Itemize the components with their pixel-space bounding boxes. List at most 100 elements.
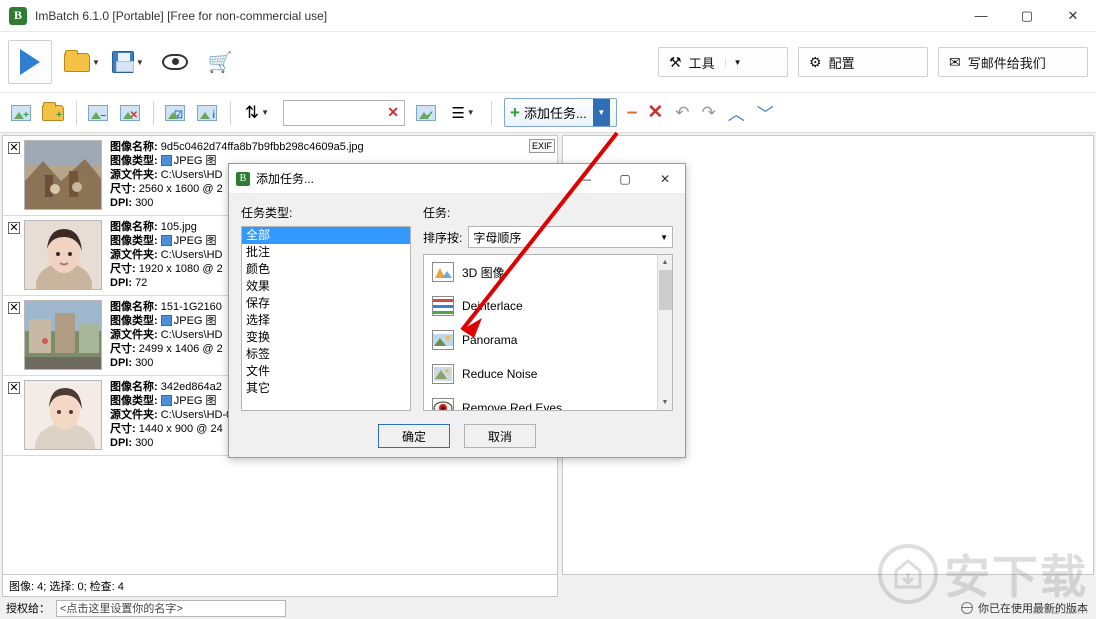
image-size-value: 2499 x 1406 @ 2 bbox=[138, 343, 223, 355]
add-folder-button[interactable]: + bbox=[38, 99, 68, 127]
move-task-down-button[interactable]: ﹀ bbox=[757, 100, 774, 125]
eye-icon bbox=[161, 54, 188, 70]
chevron-down-icon[interactable]: ▼ bbox=[724, 57, 742, 67]
category-item-save[interactable]: 保存 bbox=[242, 295, 410, 312]
remove-all-images-button[interactable]: ✕ bbox=[115, 99, 145, 127]
gear-icon: ⚙ bbox=[809, 53, 822, 70]
minimize-button[interactable]: — bbox=[958, 0, 1004, 32]
scroll-up-icon[interactable]: ▲ bbox=[658, 255, 672, 270]
image-info-button[interactable]: i bbox=[192, 99, 222, 127]
maximize-button[interactable]: ▢ bbox=[1004, 0, 1050, 32]
sort-by-select[interactable]: 字母顺序 ▼ bbox=[468, 226, 673, 248]
list-item[interactable]: Panorama bbox=[424, 323, 672, 357]
view-mode-button[interactable]: ☰ ▼ bbox=[443, 99, 483, 127]
list-item-label: Reduce Noise bbox=[462, 367, 538, 381]
row-checkbox[interactable]: ✕ bbox=[8, 142, 20, 154]
sort-button[interactable]: ⇅ ▼ bbox=[237, 99, 277, 127]
task-list-scrollbar[interactable]: ▲ ▼ bbox=[657, 255, 672, 410]
category-item-tags[interactable]: 标签 bbox=[242, 346, 410, 363]
scroll-down-icon[interactable]: ▼ bbox=[658, 395, 672, 410]
list-item[interactable]: Remove Red Eyes bbox=[424, 391, 672, 410]
mail-us-button[interactable]: ✉ 写邮件给我们 bbox=[938, 47, 1088, 77]
open-button[interactable]: ▼ bbox=[60, 40, 104, 84]
list-item[interactable]: Reduce Noise bbox=[424, 357, 672, 391]
category-item-file[interactable]: 文件 bbox=[242, 363, 410, 380]
filter-button[interactable]: ✓ bbox=[411, 99, 441, 127]
thumbnail bbox=[24, 380, 102, 450]
category-item-transform[interactable]: 变换 bbox=[242, 329, 410, 346]
image-name-value: 9d5c0462d74ffa8b7b9fbb298c4609a5.jpg bbox=[160, 141, 364, 153]
tools-button[interactable]: ⚒ 工具 ▼ bbox=[658, 47, 788, 77]
redo-button[interactable]: ↷ bbox=[702, 103, 716, 123]
add-image-button[interactable]: + bbox=[6, 99, 36, 127]
cancel-button[interactable]: 取消 bbox=[464, 424, 536, 448]
run-batch-button[interactable] bbox=[8, 40, 52, 84]
clear-search-icon[interactable]: ✕ bbox=[382, 104, 404, 121]
license-name-input[interactable]: <点击这里设置你的名字> bbox=[56, 599, 286, 617]
category-item-other[interactable]: 其它 bbox=[242, 380, 410, 397]
chevron-down-icon[interactable]: ▼ bbox=[261, 108, 269, 117]
row-checkbox[interactable]: ✕ bbox=[8, 382, 20, 394]
image-type-label: 图像类型: bbox=[110, 155, 158, 167]
chevron-down-icon[interactable]: ▼ bbox=[592, 99, 610, 126]
ok-button[interactable]: 确定 bbox=[378, 424, 450, 448]
row-checkbox[interactable]: ✕ bbox=[8, 302, 20, 314]
image-metadata: 图像名称: 151-1G2160 图像类型: JPEG 图 源文件夹: C:\U… bbox=[110, 300, 223, 371]
image-size-value: 1440 x 900 @ 24 bbox=[138, 423, 223, 435]
config-button[interactable]: ⚙ 配置 bbox=[798, 47, 928, 77]
dialog-title: 添加任务... bbox=[256, 172, 315, 186]
mail-label: 写邮件给我们 bbox=[967, 55, 1046, 71]
search-input-wrap[interactable]: ✕ bbox=[283, 99, 405, 126]
image-size-label: 尺寸: bbox=[110, 263, 136, 275]
undo-button[interactable]: ↶ bbox=[675, 103, 689, 123]
category-item-select[interactable]: 选择 bbox=[242, 312, 410, 329]
move-task-up-button[interactable]: ︿ bbox=[728, 100, 745, 125]
tasks-label: 任务: bbox=[423, 206, 451, 220]
image-name-value: 105.jpg bbox=[160, 221, 197, 233]
dialog-minimize-button[interactable]: — bbox=[565, 164, 605, 194]
remove-all-images-icon: ✕ bbox=[120, 104, 140, 121]
task-category-list[interactable]: 全部 批注 颜色 效果 保存 选择 变换 标签 文件 其它 bbox=[241, 226, 411, 411]
main-toolbar-right: ⚒ 工具 ▼ ⚙ 配置 ✉ 写邮件给我们 bbox=[648, 47, 1088, 77]
add-task-button[interactable]: + 添加任务... ▼ bbox=[504, 98, 617, 127]
close-button[interactable]: ✕ bbox=[1050, 0, 1096, 32]
jpeg-icon bbox=[160, 155, 172, 166]
mail-icon: ✉ bbox=[949, 53, 961, 70]
category-item-all[interactable]: 全部 bbox=[242, 227, 410, 244]
delete-task-button[interactable]: ✕ bbox=[647, 101, 663, 124]
toolbar-divider bbox=[230, 100, 231, 125]
list-item[interactable]: Deinterlace bbox=[424, 289, 672, 323]
exif-badge[interactable]: EXIF bbox=[528, 139, 555, 153]
check-all-button[interactable]: ☑ bbox=[160, 99, 190, 127]
category-item-annotate[interactable]: 批注 bbox=[242, 244, 410, 261]
play-icon bbox=[20, 49, 40, 75]
buy-button[interactable]: 🛒 bbox=[204, 40, 237, 84]
image-size-label: 尺寸: bbox=[110, 343, 136, 355]
list-item[interactable]: 3D 图像 bbox=[424, 255, 672, 289]
save-button[interactable]: ▼ bbox=[108, 40, 148, 84]
cart-icon: 🛒 bbox=[207, 51, 233, 74]
license-placeholder: <点击这里设置你的名字> bbox=[60, 603, 183, 615]
add-task-label: 添加任务... bbox=[523, 106, 587, 121]
image-dpi-value: 300 bbox=[135, 197, 154, 209]
image-folder-label: 源文件夹: bbox=[110, 329, 158, 341]
chevron-down-icon[interactable]: ▼ bbox=[660, 233, 668, 242]
chevron-down-icon[interactable]: ▼ bbox=[92, 58, 100, 67]
search-input[interactable] bbox=[284, 100, 383, 125]
image-folder-value: C:\Users\HD bbox=[160, 169, 223, 181]
task-list[interactable]: 3D 图像 Deinterlace Panorama Reduce Noise … bbox=[423, 254, 673, 411]
add-task-dialog[interactable]: B 添加任务... — ▢ ✕ 任务类型: 全部 批注 颜色 效果 保存 选择 … bbox=[228, 163, 686, 458]
image-size-value: 1920 x 1080 @ 2 bbox=[138, 263, 223, 275]
scrollbar-thumb[interactable] bbox=[659, 270, 672, 310]
remove-image-button[interactable]: – bbox=[83, 99, 113, 127]
preview-button[interactable] bbox=[158, 40, 192, 84]
dialog-close-button[interactable]: ✕ bbox=[645, 164, 685, 194]
row-checkbox[interactable]: ✕ bbox=[8, 222, 20, 234]
remove-task-button[interactable]: – bbox=[627, 102, 638, 124]
category-item-color[interactable]: 颜色 bbox=[242, 261, 410, 278]
chevron-down-icon[interactable]: ▼ bbox=[136, 58, 144, 67]
chevron-down-icon[interactable]: ▼ bbox=[467, 108, 475, 117]
dialog-maximize-button[interactable]: ▢ bbox=[605, 164, 645, 194]
category-item-effects[interactable]: 效果 bbox=[242, 278, 410, 295]
view-list-icon: ☰ bbox=[451, 104, 465, 122]
